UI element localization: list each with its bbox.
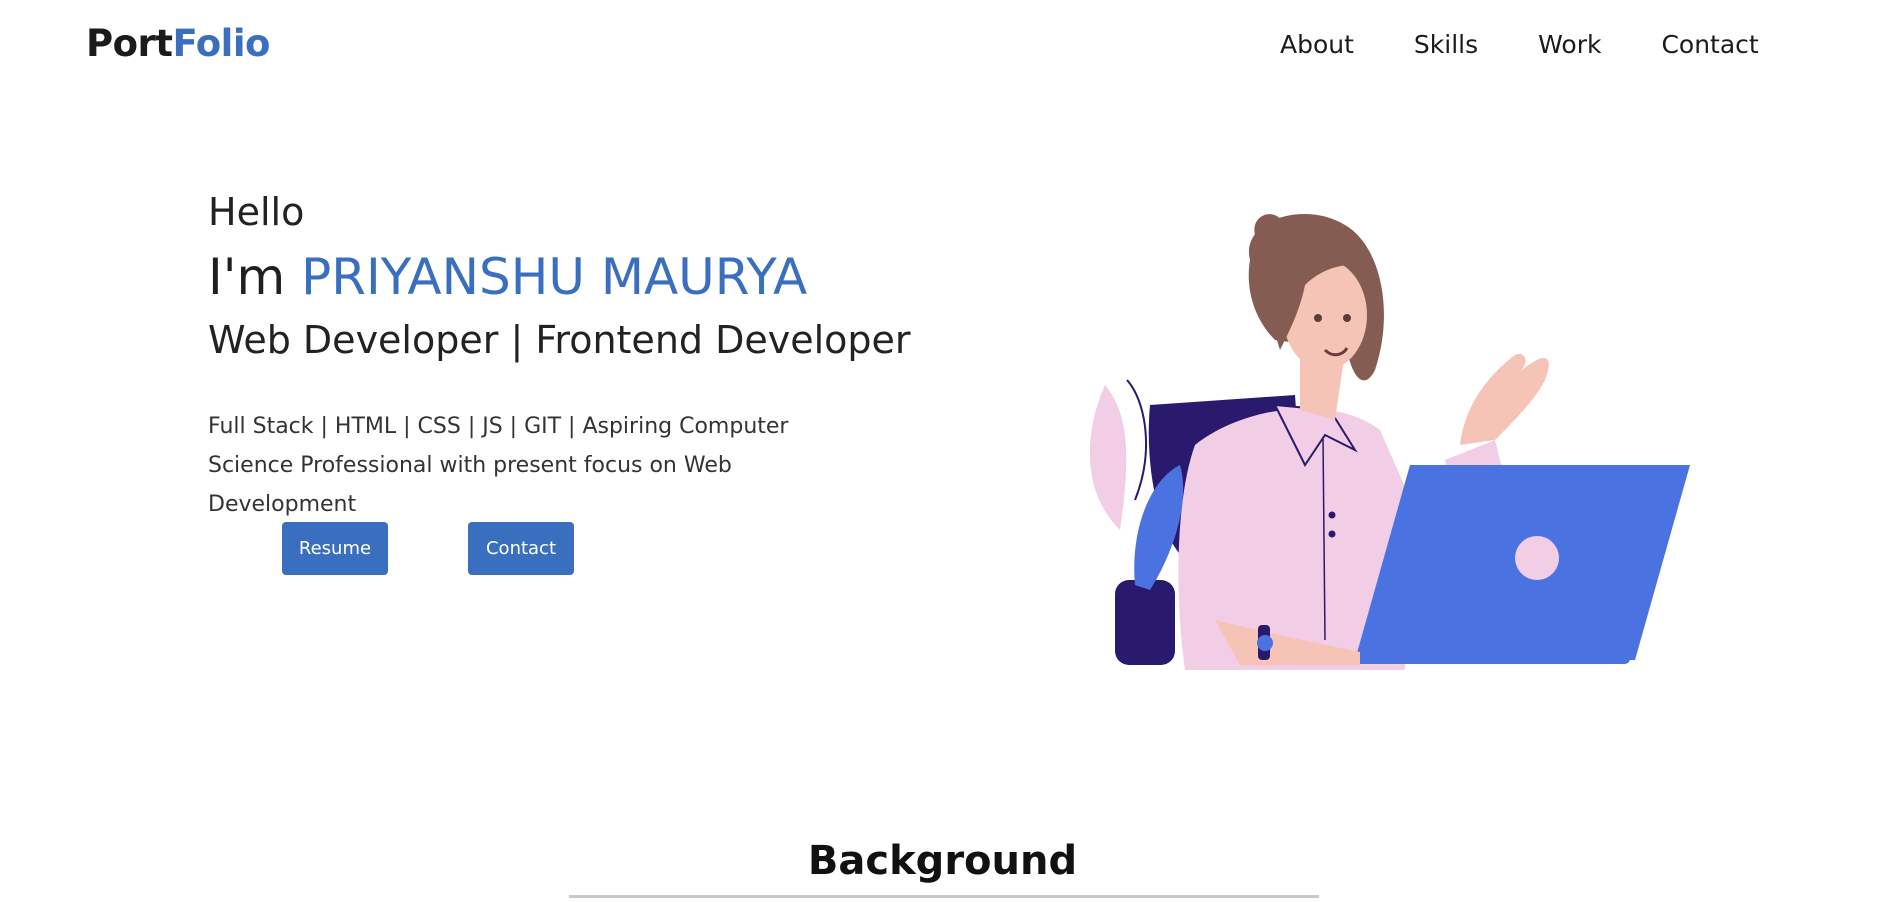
- contact-button[interactable]: Contact: [468, 522, 574, 575]
- main-nav: About Skills Work Contact: [1280, 30, 1759, 59]
- nav-link-skills[interactable]: Skills: [1414, 30, 1478, 59]
- nav-link-work[interactable]: Work: [1538, 30, 1601, 59]
- hero-role: Web Developer | Frontend Developer: [208, 318, 911, 362]
- section-divider: [569, 895, 1319, 898]
- woman-with-laptop-illustration: [1089, 213, 1690, 670]
- section-title-background: Background: [807, 838, 1078, 884]
- nav-link-contact[interactable]: Contact: [1661, 30, 1758, 59]
- portfolio-page: PortFolio About Skills Work Contact Hell…: [0, 0, 1885, 902]
- logo-part-port: Port: [86, 22, 173, 65]
- site-logo[interactable]: PortFolio: [86, 22, 270, 65]
- hero-name: PRIYANSHU MAURYA: [301, 248, 808, 306]
- resume-button[interactable]: Resume: [282, 522, 388, 575]
- hero-name-prefix: I'm: [208, 248, 302, 306]
- hero-description: Full Stack | HTML | CSS | JS | GIT | Asp…: [208, 414, 789, 517]
- logo-part-folio: Folio: [172, 22, 270, 65]
- hero-greeting: Hello: [208, 190, 305, 234]
- nav-link-about[interactable]: About: [1280, 30, 1354, 59]
- hero-name-heading: I'm PRIYANSHU MAURYA: [208, 248, 807, 306]
